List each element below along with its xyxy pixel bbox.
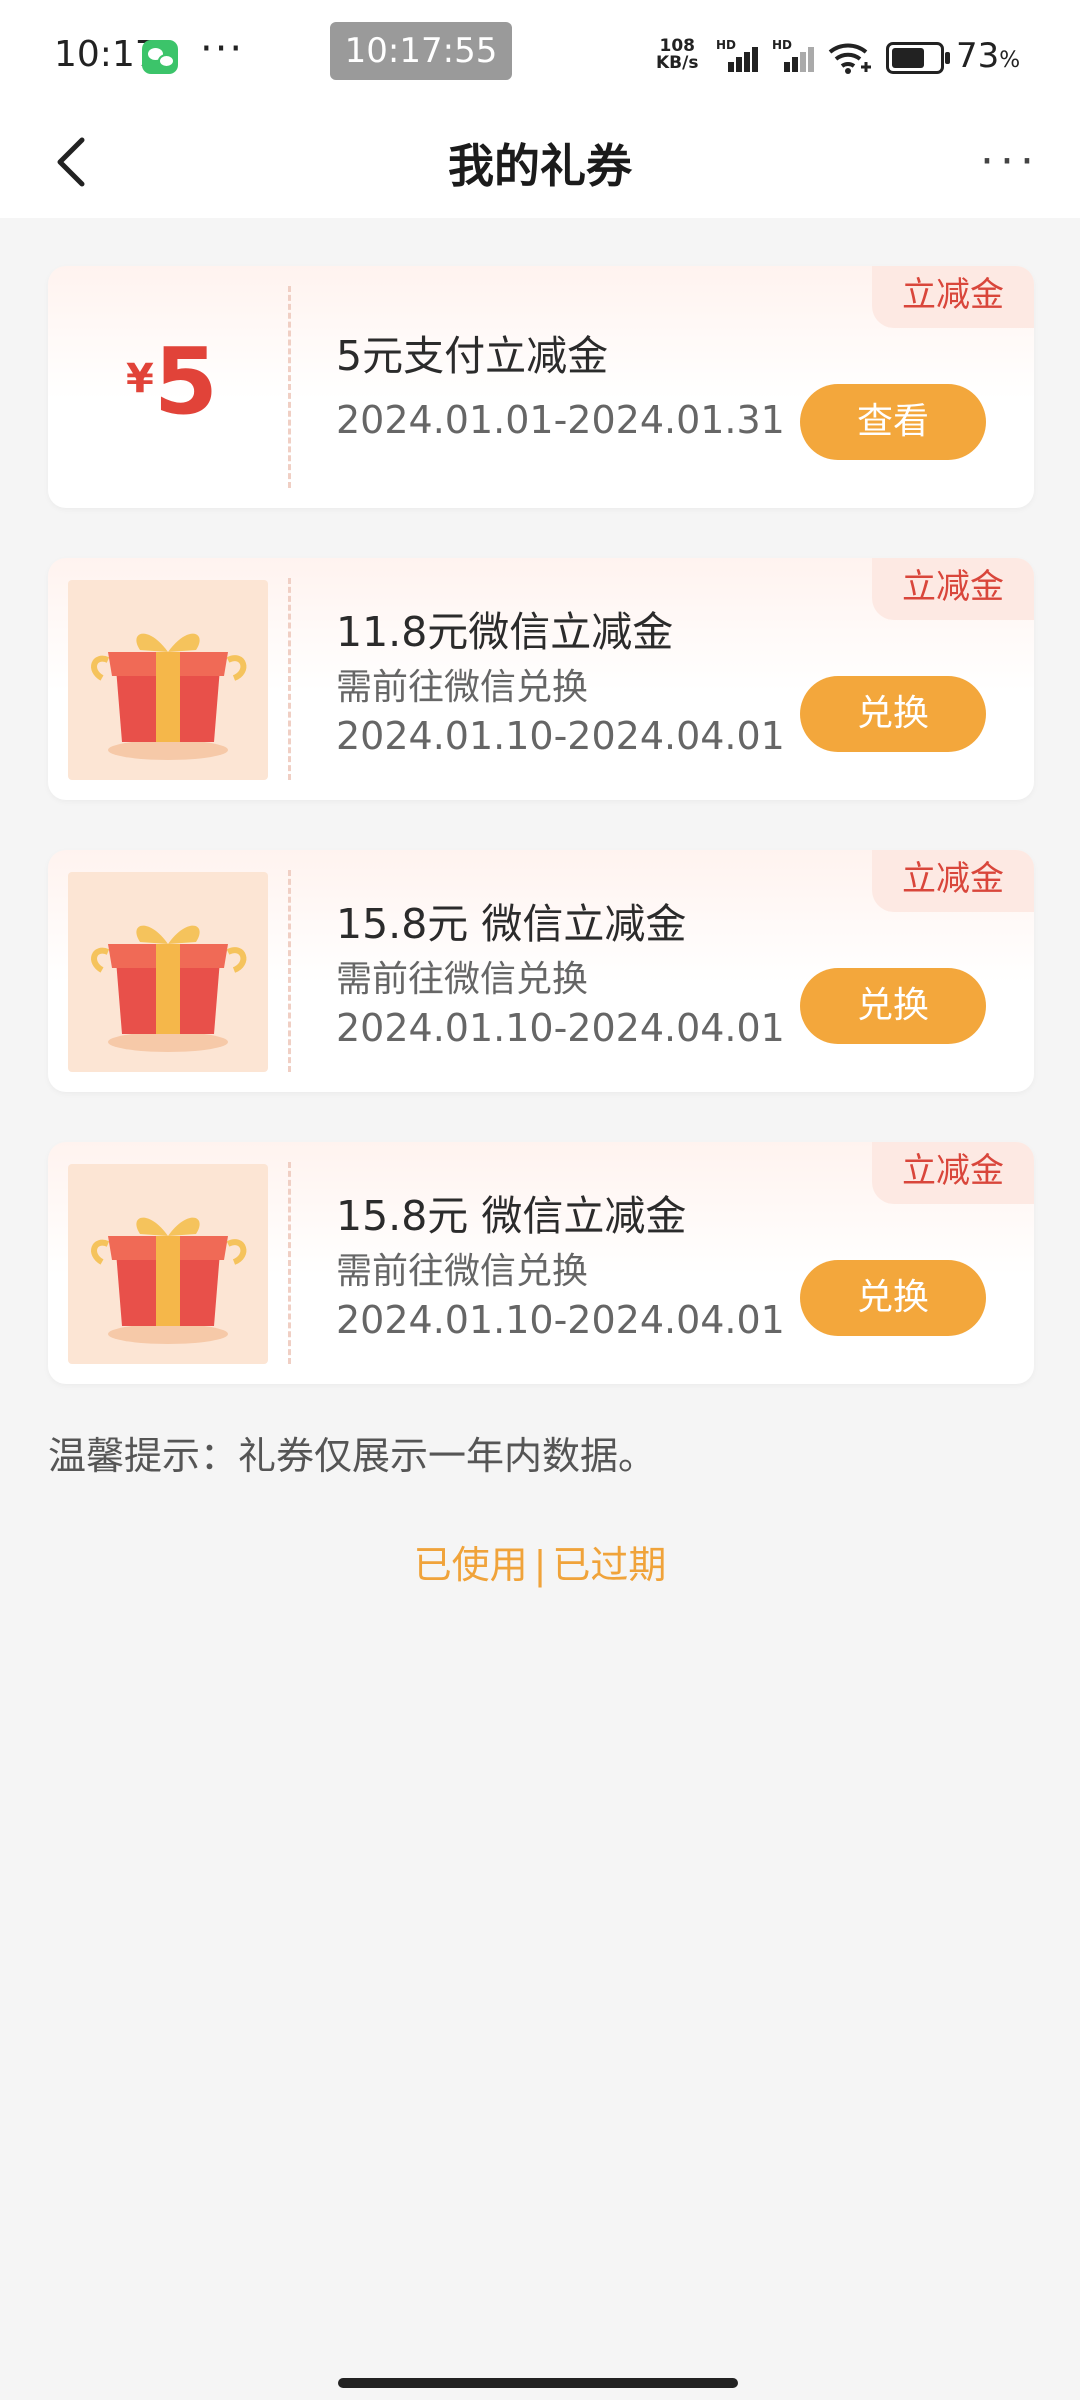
coupon-date: 2024.01.01-2024.01.31: [336, 398, 785, 442]
view-button[interactable]: 查看: [800, 384, 986, 460]
network-speed: 108 KB/s: [656, 38, 698, 72]
redeem-button[interactable]: 兑换: [800, 676, 986, 752]
coupon-subtitle: 需前往微信兑换: [336, 667, 589, 708]
coupon-date: 2024.01.10-2024.04.01: [336, 1006, 785, 1050]
redeem-button[interactable]: 兑换: [800, 968, 986, 1044]
coupon-date: 2024.01.10-2024.04.01: [336, 714, 785, 758]
coupon-tag: 立减金: [872, 266, 1034, 328]
dashed-divider: [288, 1162, 291, 1364]
tip-text: 温馨提示：礼券仅展示一年内数据。: [48, 1434, 657, 1478]
expired-link[interactable]: 已过期: [552, 1543, 666, 1587]
page-title: 我的礼券: [448, 139, 632, 193]
coupon-title: 15.8元 微信立减金: [336, 1192, 687, 1240]
home-indicator[interactable]: [338, 2378, 738, 2388]
redeem-button[interactable]: 兑换: [800, 1260, 986, 1336]
dashed-divider: [288, 870, 291, 1072]
nav-bar: 我的礼券 ···: [0, 110, 1080, 218]
signal-icon: HD: [716, 38, 764, 72]
dashed-divider: [288, 578, 291, 780]
network-speed-unit: KB/s: [656, 53, 699, 73]
coupon-card[interactable]: 立减金 15.8元 微信立减金 需前往微信兑换 2024.01.10-2024.…: [48, 1142, 1034, 1384]
coupon-title: 15.8元 微信立减金: [336, 900, 687, 948]
coupon-card[interactable]: 立减金 15.8元 微信立减金 需前往微信兑换 2024.01.10-2024.…: [48, 850, 1034, 1092]
floating-clock: 10:17:55: [330, 22, 512, 80]
link-separator: |: [533, 1543, 547, 1587]
wifi-icon: [828, 43, 871, 74]
dashed-divider: [288, 286, 291, 488]
coupon-tag: 立减金: [872, 850, 1034, 912]
coupon-date: 2024.01.10-2024.04.01: [336, 1298, 785, 1342]
battery-icon: [886, 42, 950, 74]
wechat-icon: [142, 40, 178, 74]
coupon-subtitle: 需前往微信兑换: [336, 959, 589, 1000]
coupon-tag: 立减金: [872, 558, 1034, 620]
gift-box-icon: [68, 1164, 268, 1364]
used-link[interactable]: 已使用: [414, 1543, 528, 1587]
status-bar: 10:17 ··· 10:17:55 108 KB/s HD HD 73%: [0, 0, 1080, 110]
more-icon[interactable]: ···: [980, 136, 1040, 187]
coupon-card[interactable]: 立减金 11.8元微信立减金 需前往微信兑换 2024.01.10-2024.0…: [48, 558, 1034, 800]
coupon-title: 11.8元微信立减金: [336, 608, 674, 656]
signal-icon: HD: [772, 38, 820, 72]
gift-box-icon: [68, 580, 268, 780]
hd-label: HD: [716, 38, 737, 52]
currency-symbol: ¥: [126, 356, 154, 402]
coupon-card[interactable]: 立减金 ¥5 5元支付立减金 2024.01.01-2024.01.31 查看: [48, 266, 1034, 508]
coupon-subtitle: 需前往微信兑换: [336, 1251, 589, 1292]
coupon-tag: 立减金: [872, 1142, 1034, 1204]
battery-percentage: 73%: [956, 36, 1021, 76]
hd-label: HD: [772, 38, 793, 52]
coupon-title: 5元支付立减金: [336, 332, 609, 380]
coupon-amount: ¥5: [126, 336, 218, 428]
notification-dots: ···: [200, 26, 245, 72]
amount-value: 5: [153, 328, 218, 435]
gift-box-icon: [68, 872, 268, 1072]
footer-links: 已使用 | 已过期: [0, 1534, 1080, 1589]
